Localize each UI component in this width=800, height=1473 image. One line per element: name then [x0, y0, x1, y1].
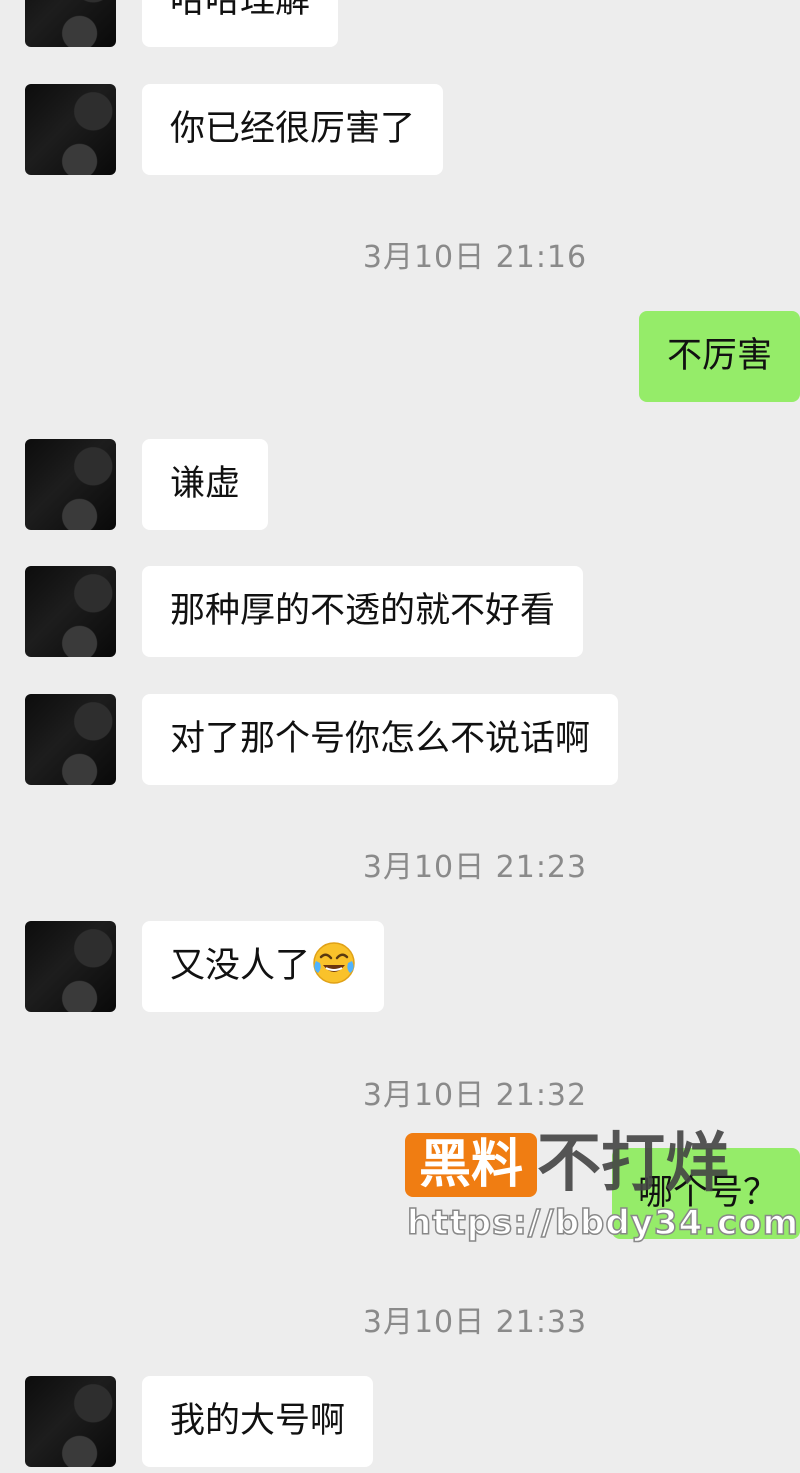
message-bubble-incoming[interactable]: 我的大号啊: [142, 1376, 374, 1467]
watermark-url: https://bbdy34.com: [406, 1202, 800, 1244]
timestamp: 3月10日 21:23: [362, 850, 588, 885]
chat-window[interactable]: 哈哈理解 你已经很厉害了 3月10日 21:16 不厉害 谦虚 那种厚的不透的就…: [0, 0, 800, 1473]
watermark: 黑料 不打烊 https://bbdy34.com: [405, 1129, 799, 1244]
timestamp: 3月10日 21:16: [362, 240, 588, 275]
message-bubble-incoming[interactable]: 哈哈理解: [142, 0, 339, 47]
message-text: 又没人了: [170, 946, 311, 986]
message-bubble-outgoing[interactable]: 不厉害: [638, 311, 800, 402]
contact-avatar[interactable]: [25, 1376, 116, 1467]
timestamp: 3月10日 21:33: [362, 1305, 588, 1340]
message-bubble-incoming[interactable]: 那种厚的不透的就不好看: [142, 566, 584, 657]
message-bubble-incoming[interactable]: 对了那个号你怎么不说话啊: [142, 694, 619, 785]
contact-avatar[interactable]: [25, 921, 116, 1012]
crying-laughing-emoji-icon: [313, 942, 355, 984]
contact-avatar[interactable]: [25, 694, 116, 785]
contact-avatar[interactable]: [25, 0, 116, 47]
contact-avatar[interactable]: [25, 84, 116, 175]
timestamp: 3月10日 21:32: [362, 1078, 588, 1113]
message-bubble-incoming[interactable]: 你已经很厉害了: [142, 84, 444, 175]
watermark-badge: 黑料: [405, 1133, 538, 1197]
watermark-title: 不打烊: [537, 1127, 729, 1201]
message-bubble-incoming[interactable]: 谦虚: [142, 439, 269, 530]
contact-avatar[interactable]: [25, 439, 116, 530]
contact-avatar[interactable]: [25, 566, 116, 657]
message-bubble-incoming[interactable]: 又没人了: [142, 921, 385, 1012]
